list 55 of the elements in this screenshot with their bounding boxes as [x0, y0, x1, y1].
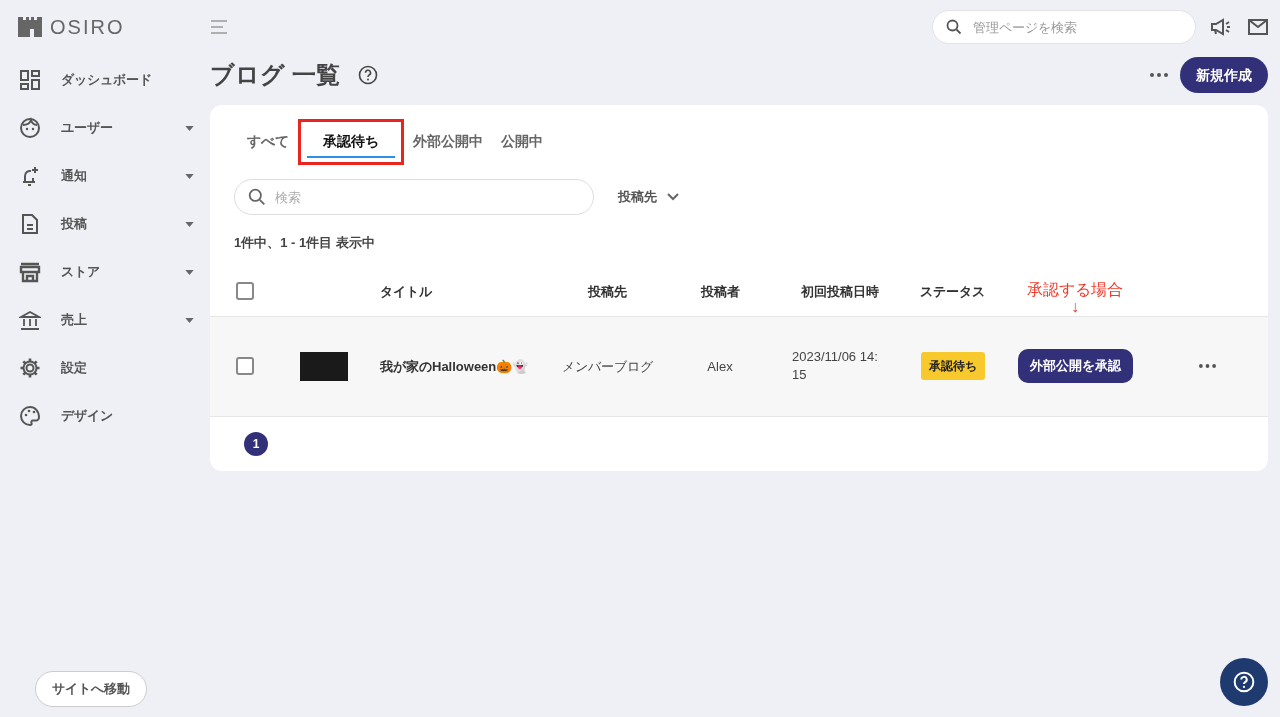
page-button[interactable]: 1 [244, 431, 268, 456]
column-header: 初回投稿日時 [801, 284, 879, 299]
logo-text: OSIRO [50, 15, 125, 40]
annotation-text: 承認する場合 [1027, 280, 1123, 300]
face-icon [19, 117, 41, 139]
tab[interactable]: 外部公開中 [407, 126, 489, 158]
approve-button[interactable]: 外部公開を承認 [1017, 349, 1133, 383]
tab[interactable]: 承認待ち [307, 126, 395, 158]
sidebar-item[interactable]: ユーザー [18, 104, 194, 152]
column-header: タイトル [380, 284, 432, 299]
sidebar-item[interactable]: デザイン [18, 392, 194, 440]
help-icon [1233, 671, 1255, 693]
more-icon[interactable] [1150, 73, 1168, 77]
tab[interactable]: 公開中 [495, 126, 549, 158]
result-count: 1件中、1 - 1件目 表示中 [233, 234, 376, 252]
help-icon[interactable] [357, 65, 378, 85]
page-title: ブログ 一覧 [210, 60, 340, 90]
bank-icon [19, 309, 41, 331]
search-icon [946, 19, 962, 35]
sidebar-item[interactable]: 設定 [18, 344, 194, 392]
destination-dropdown[interactable]: 投稿先 [618, 187, 679, 207]
grid-icon [19, 69, 41, 91]
chevron-down-icon [667, 193, 679, 201]
sidebar-item[interactable]: 通知 [18, 152, 194, 200]
store-icon [19, 261, 41, 283]
table-cell: Alex [707, 359, 733, 374]
column-header: 投稿者 [700, 284, 740, 299]
castle-logo-icon [18, 17, 42, 37]
photo-placeholder [300, 351, 348, 381]
settings-icon [19, 357, 41, 379]
table-cell: メンバーブログ [562, 359, 653, 374]
sidebar-item[interactable]: ストア [18, 248, 194, 296]
checkbox[interactable] [236, 282, 254, 300]
column-header: 投稿先 [588, 284, 627, 299]
megaphone-icon[interactable] [1210, 17, 1232, 37]
checkbox[interactable] [236, 357, 254, 375]
column-header: ステータス [920, 284, 985, 299]
admin-search-field[interactable]: 管理ページを検索 [932, 10, 1196, 44]
sidebar-item[interactable]: 投稿 [18, 200, 194, 248]
table-cell-text: 2023/11/06 14: 15 [792, 348, 879, 384]
mail-icon[interactable] [1248, 19, 1268, 35]
search-field[interactable]: 検索 [234, 179, 594, 215]
annotation-arrow: ↓ [1071, 298, 1079, 317]
tab[interactable]: すべて [241, 126, 295, 158]
document-icon [19, 213, 41, 235]
new-post-button[interactable]: 新規作成 [1180, 57, 1268, 93]
post-title[interactable]: 我が家のHalloween🎃👻 [380, 359, 529, 374]
site-button[interactable]: サイトへ移動 [35, 671, 147, 707]
help-button[interactable] [1220, 658, 1268, 706]
more-icon[interactable] [1199, 364, 1216, 368]
sidebar-item[interactable]: 売上 [18, 296, 194, 344]
palette-icon [19, 405, 41, 427]
sidebar-item[interactable]: ダッシュボード [18, 56, 194, 104]
search-icon [248, 188, 266, 206]
status-badge: 承認待ち [920, 352, 985, 380]
